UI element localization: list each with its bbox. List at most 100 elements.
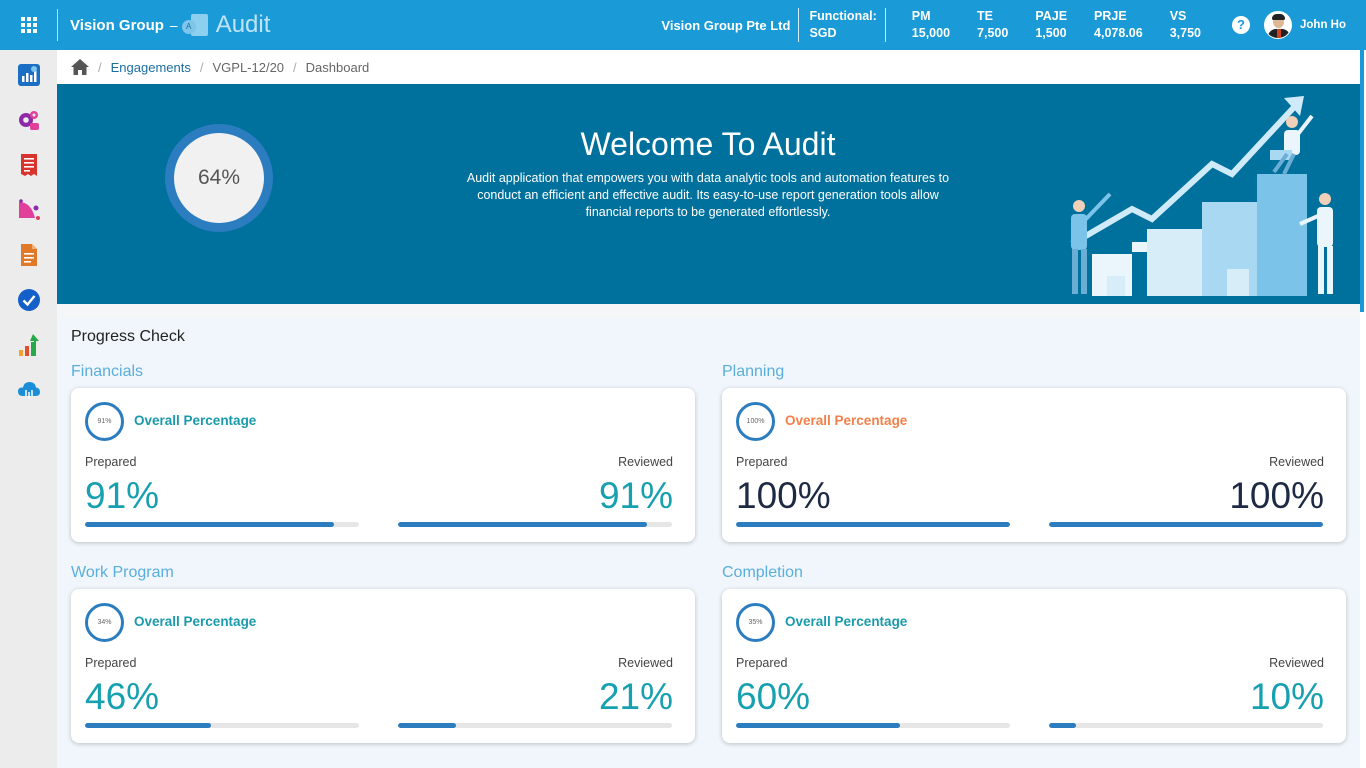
metric-value: 15,000 (911, 26, 951, 40)
prepared-progress-bar (736, 522, 1010, 527)
home-icon[interactable] (71, 59, 89, 75)
audit-logo-icon: A (181, 12, 210, 38)
scrollbar-thumb[interactable] (1360, 50, 1364, 312)
top-bar: Vision Group – A Audit Vision Group Pte … (0, 0, 1366, 50)
reviewed-bar-fill (398, 522, 648, 527)
reviewed-value: 100% (1229, 475, 1324, 516)
prepared-label: Prepared (85, 455, 137, 469)
app-name: Audit (215, 11, 271, 38)
prepared-value: 91% (85, 475, 160, 516)
reviewed-bar-fill (1049, 723, 1077, 728)
document-icon (20, 243, 37, 266)
overall-percentage-label: Overall Percentage (134, 614, 257, 629)
growth-arrow-icon (18, 333, 39, 356)
dashboard-chart-icon (17, 63, 40, 86)
overall-mini-ring: 34% (85, 603, 124, 642)
functional-currency: Functional: SGD (798, 8, 886, 42)
prepared-label: Prepared (736, 455, 788, 469)
reviewed-bar-fill (1049, 522, 1323, 527)
welcome-title: Welcome To Audit (580, 126, 836, 162)
sidebar-item-cloud[interactable] (0, 367, 57, 412)
overall-percentage-label: Overall Percentage (785, 413, 908, 428)
prepared-value: 46% (85, 676, 160, 717)
reviewed-progress-bar (398, 723, 672, 728)
section-work-program-title: Work Program (71, 564, 174, 581)
overall-mini-ring: 35% (736, 603, 775, 642)
breadcrumb-separator: / (293, 59, 297, 75)
metric-label: PM (911, 9, 931, 23)
reviewed-bar-fill (398, 723, 456, 728)
sidebar-item-dashboard[interactable] (0, 52, 57, 97)
section-financials-title: Financials (71, 363, 144, 380)
overall-percentage-label: Overall Percentage (785, 614, 908, 629)
title-dash: – (169, 17, 178, 33)
prepared-value: 60% (736, 676, 811, 717)
checkmark-icon (17, 288, 40, 311)
sidebar-item-receipts[interactable] (0, 142, 57, 187)
divider (57, 9, 58, 41)
overall-mini-ring: 91% (85, 402, 124, 441)
reviewed-progress-bar (1049, 723, 1323, 728)
metric-label: PRJE (1094, 9, 1127, 23)
breadcrumb-separator: / (199, 59, 204, 75)
sidebar-item-analytics[interactable] (0, 187, 57, 232)
sidebar-item-growth[interactable] (0, 322, 57, 367)
breadcrumb: / Engagements / VGPL-12/20 / Dashboard (57, 50, 1360, 84)
metric-value: 1,500 (1035, 26, 1067, 40)
card-work-program[interactable]: 34% Overall Percentage Prepared Reviewed… (71, 589, 695, 743)
materiality-metrics: PM 15,000 TE 7,500 PAJE 1,500 PRJE 4,078… (894, 8, 1210, 42)
card-financials[interactable]: 91% Overall Percentage Prepared Reviewed… (71, 388, 695, 542)
sidebar (0, 50, 57, 768)
prepared-label: Prepared (736, 656, 788, 670)
reviewed-progress-bar (398, 522, 672, 527)
welcome-banner: 64% Welcome To Audit Audit application t… (57, 84, 1360, 304)
prepared-progress-bar (85, 522, 359, 527)
user-name[interactable]: John Ho (1300, 19, 1346, 31)
breadcrumb-engagement-code[interactable]: VGPL-12/20 (212, 60, 284, 75)
metric-prje: PRJE 4,078.06 (1094, 8, 1143, 42)
org-name[interactable]: Vision Group (70, 17, 164, 34)
prepared-bar-fill (736, 522, 1010, 527)
prepared-label: Prepared (85, 656, 137, 670)
progress-check-section: Progress Check Financials 91% Overall Pe… (57, 318, 1360, 768)
progress-check-title: Progress Check (71, 328, 185, 345)
card-planning[interactable]: 100% Overall Percentage Prepared Reviewe… (722, 388, 1346, 542)
avatar[interactable] (1264, 11, 1292, 39)
company-name[interactable]: Vision Group Pte Ltd (661, 18, 790, 33)
prepared-value: 100% (736, 475, 831, 516)
overall-progress-ring: 64% (165, 124, 273, 232)
reviewed-value: 91% (598, 475, 673, 516)
cloud-icon (17, 381, 40, 399)
prepared-bar-fill (736, 723, 901, 728)
app-logo[interactable]: A Audit (181, 11, 271, 39)
breadcrumb-engagements[interactable]: Engagements (111, 60, 191, 75)
sidebar-item-settings[interactable] (0, 97, 57, 142)
prepared-bar-fill (85, 522, 335, 527)
metric-value: 3,750 (1169, 26, 1201, 40)
apps-grid-icon[interactable] (0, 0, 57, 50)
analytics-icon (18, 198, 40, 220)
growth-illustration (1070, 96, 1333, 296)
reviewed-value: 10% (1249, 676, 1324, 717)
reviewed-label: Reviewed (1269, 656, 1324, 670)
card-completion[interactable]: 35% Overall Percentage Prepared Reviewed… (722, 589, 1346, 743)
settings-gears-icon (18, 110, 39, 130)
section-completion-title: Completion (722, 564, 803, 581)
metric-paje: PAJE 1,500 (1035, 8, 1067, 42)
metric-vs: VS 3,750 (1170, 8, 1201, 42)
breadcrumb-current: Dashboard (305, 59, 370, 75)
sidebar-item-review[interactable] (0, 277, 57, 322)
sidebar-item-documents[interactable] (0, 232, 57, 277)
metric-value: 7,500 (977, 26, 1009, 40)
metric-label: VS (1169, 9, 1187, 23)
help-icon[interactable]: ? (1232, 16, 1250, 34)
reviewed-value: 21% (598, 676, 673, 717)
section-planning-title: Planning (722, 363, 785, 380)
metric-label: PAJE (1035, 9, 1068, 23)
prepared-progress-bar (85, 723, 359, 728)
metric-value: 4,078.06 (1094, 26, 1143, 40)
overall-mini-ring: 100% (736, 402, 775, 441)
welcome-description: Audit application that empowers you with… (466, 171, 950, 219)
reviewed-label: Reviewed (618, 656, 673, 670)
overall-percentage-label: Overall Percentage (134, 413, 257, 428)
